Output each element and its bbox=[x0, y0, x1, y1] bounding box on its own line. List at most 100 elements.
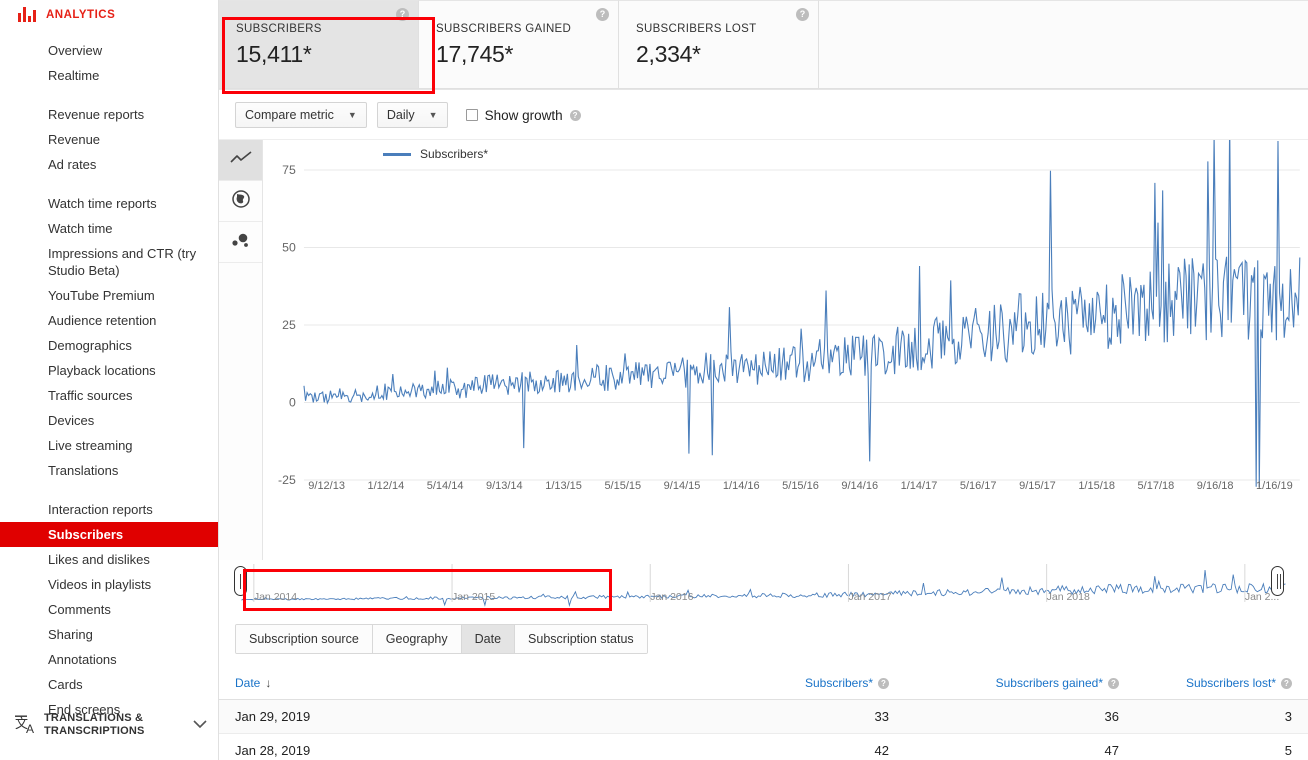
sidebar-item-subscribers[interactable]: Subscribers bbox=[0, 522, 218, 547]
sidebar-item-overview[interactable]: Overview bbox=[0, 38, 218, 63]
range-handle-right[interactable] bbox=[1270, 566, 1284, 596]
table-header-content: Date ↓ bbox=[235, 676, 271, 690]
x-axis-tick: 5/17/18 bbox=[1137, 480, 1175, 492]
range-tick-label: Jan 2017 bbox=[848, 591, 892, 603]
chevron-down-icon: ▼ bbox=[347, 110, 357, 120]
tab-subscription-status[interactable]: Subscription status bbox=[515, 625, 647, 653]
sidebar-item-translations[interactable]: Translations bbox=[0, 458, 218, 483]
y-axis-tick: 0 bbox=[289, 396, 296, 410]
help-icon[interactable]: ? bbox=[1108, 677, 1119, 689]
x-axis-tick: 9/14/16 bbox=[841, 480, 879, 492]
sidebar-item-comments[interactable]: Comments bbox=[0, 597, 218, 622]
sidebar-item-youtube-premium[interactable]: YouTube Premium bbox=[0, 283, 218, 308]
x-axis-tick: 1/14/17 bbox=[900, 480, 938, 492]
sidebar-item-watch-time-reports[interactable]: Watch time reports bbox=[0, 191, 218, 216]
table-header-label: Subscribers gained* bbox=[995, 676, 1103, 690]
table-header: Date ↓ Subscribers*? Subscribers gained*? Su… bbox=[219, 668, 1308, 700]
sidebar-item-devices[interactable]: Devices bbox=[0, 408, 218, 433]
table-header-content: Subscribers gained*? bbox=[996, 676, 1119, 690]
sidebar-group: Overview Realtime bbox=[0, 38, 218, 88]
sidebar-group: Revenue reports Revenue Ad rates bbox=[0, 102, 218, 177]
sidebar-item-translations-transcriptions[interactable]: 文 A TRANSLATIONS & TRANSCRIPTIONS bbox=[0, 712, 218, 738]
chart-mode-bubble-button[interactable] bbox=[219, 222, 262, 263]
sidebar-item-videos-in-playlists[interactable]: Videos in playlists bbox=[0, 572, 218, 597]
tab-date[interactable]: Date bbox=[461, 625, 516, 653]
help-icon[interactable]: ? bbox=[396, 8, 409, 21]
x-axis-tick: 5/15/16 bbox=[782, 480, 819, 492]
compare-metric-label: Compare metric bbox=[245, 108, 334, 122]
x-axis-tick: 9/16/18 bbox=[1196, 480, 1234, 492]
translations-label: TRANSLATIONS & TRANSCRIPTIONS bbox=[44, 712, 145, 737]
table-header-subscribers-gained-[interactable]: Subscribers gained*? bbox=[889, 668, 1119, 700]
sidebar-item-interaction-reports[interactable]: Interaction reports bbox=[0, 497, 218, 522]
table-cell-subscribers: 33 bbox=[619, 699, 889, 734]
table-header-subscribers-[interactable]: Subscribers*? bbox=[619, 668, 889, 700]
subscribers-line-chart: 7550250-25 bbox=[278, 140, 1308, 500]
table-header-subscribers-lost-[interactable]: Subscribers lost*? bbox=[1119, 668, 1308, 700]
sidebar-item-likes-and-dislikes[interactable]: Likes and dislikes bbox=[0, 547, 218, 572]
x-axis-tick: 1/16/19 bbox=[1256, 480, 1293, 492]
help-icon[interactable]: ? bbox=[796, 8, 809, 21]
range-handle-left[interactable] bbox=[234, 566, 248, 596]
table-header-label: Subscribers lost* bbox=[1185, 676, 1276, 690]
sidebar-item-watch-time[interactable]: Watch time bbox=[0, 216, 218, 241]
sidebar-item-live-streaming[interactable]: Live streaming bbox=[0, 433, 218, 458]
metric-card-subscribers-lost[interactable]: SUBSCRIBERS LOST 2,334*? bbox=[619, 0, 819, 89]
tab-subscription-source[interactable]: Subscription source bbox=[236, 625, 373, 653]
report-tabs: Subscription source Geography Date Subscrip… bbox=[235, 624, 648, 654]
help-icon[interactable]: ? bbox=[878, 677, 889, 689]
sidebar-item-cards[interactable]: Cards bbox=[0, 672, 218, 697]
sidebar-item-impressions-and-ctr-try-studio-beta[interactable]: Impressions and CTR (try Studio Beta) bbox=[0, 241, 218, 283]
metric-card-value: 2,334* bbox=[636, 41, 701, 67]
sort-descending-icon[interactable]: ↓ bbox=[265, 676, 271, 690]
chart-x-axis: 9/12/13 1/12/14 5/14/14 9/13/14 1/13/15 5/15/… bbox=[263, 480, 1308, 492]
chart-mode-switcher bbox=[219, 140, 263, 560]
help-icon[interactable]: ? bbox=[596, 8, 609, 21]
sidebar-item-revenue-reports[interactable]: Revenue reports bbox=[0, 102, 218, 127]
chart-mode-line-button[interactable] bbox=[219, 140, 262, 181]
interval-select-button[interactable]: Daily ▼ bbox=[376, 102, 448, 128]
bubble-chart-icon bbox=[231, 231, 251, 254]
chart-range-selector[interactable]: Jan 2014 Jan 2015 Jan 2016 Jan 2017 Jan 2018… bbox=[219, 560, 1308, 610]
sidebar-item-playback-locations[interactable]: Playback locations bbox=[0, 358, 218, 383]
show-growth-help-icon[interactable]: ? bbox=[569, 109, 581, 121]
x-axis-tick: 5/14/14 bbox=[426, 480, 464, 492]
sidebar-item-revenue[interactable]: Revenue bbox=[0, 127, 218, 152]
sidebar-item-annotations[interactable]: Annotations bbox=[0, 647, 218, 672]
metric-card-subscribers[interactable]: SUBSCRIBERS 15,411*? bbox=[219, 0, 419, 89]
table-row[interactable]: Jan 28, 2019 42 47 5 bbox=[219, 733, 1308, 760]
x-axis-tick: 9/15/17 bbox=[1019, 480, 1056, 492]
range-tick-label: Jan 2015 bbox=[452, 591, 496, 603]
sidebar-item-ad-rates[interactable]: Ad rates bbox=[0, 152, 218, 177]
sidebar-item-traffic-sources[interactable]: Traffic sources bbox=[0, 383, 218, 408]
brand-label: ANALYTICS bbox=[46, 8, 116, 21]
x-axis-tick: 1/12/14 bbox=[367, 480, 405, 492]
range-tick-label: Jan 2016 bbox=[650, 591, 694, 603]
table-header-content: Subscribers*? bbox=[805, 676, 889, 690]
metric-card-subscribers-gained[interactable]: SUBSCRIBERS GAINED 17,745*? bbox=[419, 0, 619, 89]
help-icon[interactable]: ? bbox=[1281, 677, 1292, 689]
show-growth-checkbox[interactable] bbox=[465, 109, 478, 121]
sidebar-group: Interaction reports Subscribers Likes and … bbox=[0, 497, 218, 722]
show-growth-toggle[interactable]: Show growth ? bbox=[465, 108, 581, 123]
tab-geography[interactable]: Geography bbox=[372, 625, 462, 653]
metric-card-title: SUBSCRIBERS LOST bbox=[636, 23, 757, 35]
table-header-date[interactable]: Date ↓ bbox=[219, 668, 619, 700]
analytics-brand: ANALYTICS bbox=[0, 0, 218, 28]
table-row[interactable]: Jan 29, 2019 33 36 3 bbox=[219, 699, 1308, 734]
chart-mode-map-button[interactable] bbox=[219, 181, 262, 222]
y-axis-tick: 50 bbox=[282, 241, 296, 255]
report-tabs-row: Subscription source Geography Date Subscrip… bbox=[219, 610, 1308, 654]
sidebar-item-realtime[interactable]: Realtime bbox=[0, 63, 218, 88]
chart-plot-area[interactable]: Subscribers* 75 50 25 0 -25 9/12/13 1/12/14 5/… bbox=[263, 140, 1308, 560]
x-axis-tick: 1/15/18 bbox=[1078, 480, 1116, 492]
table-cell-gained: 36 bbox=[889, 699, 1119, 734]
sidebar-item-demographics[interactable]: Demographics bbox=[0, 333, 218, 358]
sidebar-group: Watch time reports Watch time Impressions … bbox=[0, 191, 218, 483]
subscribers-table: Date ↓ Subscribers*? Subscribers gained*? Su… bbox=[219, 668, 1308, 760]
sidebar-item-sharing[interactable]: Sharing bbox=[0, 622, 218, 647]
compare-metric-button[interactable]: Compare metric ▼ bbox=[235, 102, 367, 128]
chevron-down-icon[interactable] bbox=[193, 716, 207, 734]
sidebar-item-audience-retention[interactable]: Audience retention bbox=[0, 308, 218, 333]
range-tick-label: Jan 2014 bbox=[253, 591, 298, 603]
